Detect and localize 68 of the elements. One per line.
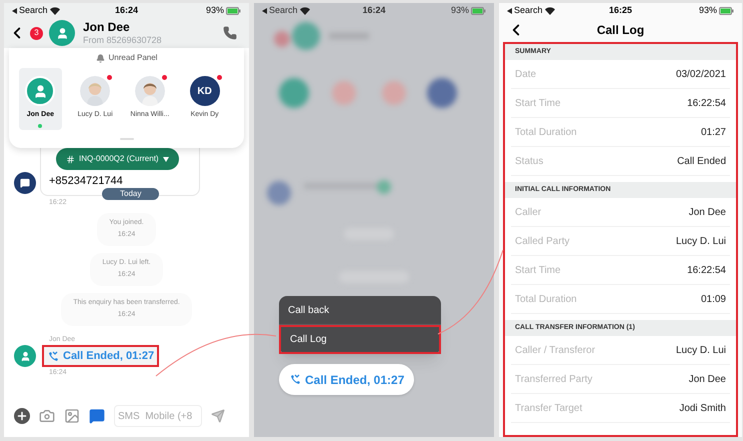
avatar-icon (14, 345, 36, 367)
field-value: 01:27 (700, 126, 726, 140)
bot-avatar-icon (14, 172, 36, 194)
field-label: Start Time (515, 264, 561, 278)
panel-title: Unread Panel (108, 52, 158, 64)
back-arrow-icon (507, 8, 512, 14)
phone-icon[interactable] (223, 26, 237, 40)
avatar-icon (25, 76, 56, 106)
date-chip: Today (102, 188, 160, 200)
battery-icon (226, 6, 241, 14)
back-arrow-icon (12, 8, 17, 14)
field-value: Jon Dee (688, 372, 726, 386)
clock-text: 16:25 (608, 4, 632, 17)
page-title: Call Log (596, 22, 644, 39)
unread-count-badge: 3 (30, 26, 43, 40)
battery-text: 93% (450, 4, 469, 17)
field-value: 16:22:54 (687, 96, 726, 110)
field-label: Total Duration (515, 126, 577, 140)
field-label: Caller (515, 206, 542, 220)
field-value: 16:22:54 (687, 264, 726, 278)
field-value: 01:09 (700, 292, 726, 306)
wifi-icon (544, 6, 555, 14)
camera-icon[interactable] (39, 408, 55, 424)
carrier-text: Search (269, 4, 298, 17)
hash-icon (66, 154, 75, 164)
field-value: Jon Dee (688, 206, 726, 220)
battery-icon (719, 6, 734, 14)
wifi-icon (50, 6, 60, 14)
field-label: Transfer Target (515, 402, 582, 416)
message-text: +85234721744 (49, 174, 123, 188)
add-button[interactable] (14, 408, 30, 424)
image-icon[interactable] (64, 408, 80, 424)
field-label: Status (515, 154, 544, 168)
bell-icon (96, 54, 105, 62)
sms-icon[interactable] (89, 408, 105, 424)
menu-item[interactable]: Call Log (279, 325, 441, 354)
contact-number: From 85269630728 (83, 34, 162, 46)
call-transfer-icon (47, 350, 59, 362)
field-label: Called Party (515, 234, 570, 248)
battery-text: 93% (698, 4, 717, 17)
field-label: Transferred Party (515, 372, 592, 386)
call-transfer-icon (289, 374, 301, 385)
field-label: Caller / Transferor (515, 344, 596, 358)
field-value: 03/02/2021 (676, 68, 726, 82)
field-value: Call Ended (677, 154, 726, 168)
clock-text: 16:24 (114, 4, 138, 17)
field-value: Lucy D. Lui (676, 344, 726, 358)
field-label: Date (515, 68, 536, 82)
battery-text: 93% (206, 4, 224, 17)
contact-name: Jon Dee (83, 20, 131, 35)
battery-icon (471, 6, 486, 14)
menu-item[interactable]: Call back (279, 296, 441, 325)
carrier-text: Search (19, 4, 48, 17)
avatar-initials: KD (190, 76, 220, 106)
enquiry-pill[interactable]: INQ-0000Q2 (Current) (56, 148, 179, 170)
avatar-icon (49, 20, 75, 46)
back-arrow-icon (262, 8, 267, 14)
drag-handle (120, 138, 134, 140)
plus-icon (16, 410, 28, 422)
caret-icon (162, 156, 169, 162)
field-value: Jodi Smith (679, 402, 726, 416)
field-label: Start Time (515, 96, 561, 110)
carrier-text: Search (514, 4, 543, 17)
wifi-icon (300, 6, 310, 14)
field-label: Total Duration (515, 292, 577, 306)
field-value: Lucy D. Lui (676, 234, 726, 248)
clock-text: 16:24 (362, 4, 386, 17)
call-message[interactable]: Call Ended, 01:27 (279, 364, 414, 395)
